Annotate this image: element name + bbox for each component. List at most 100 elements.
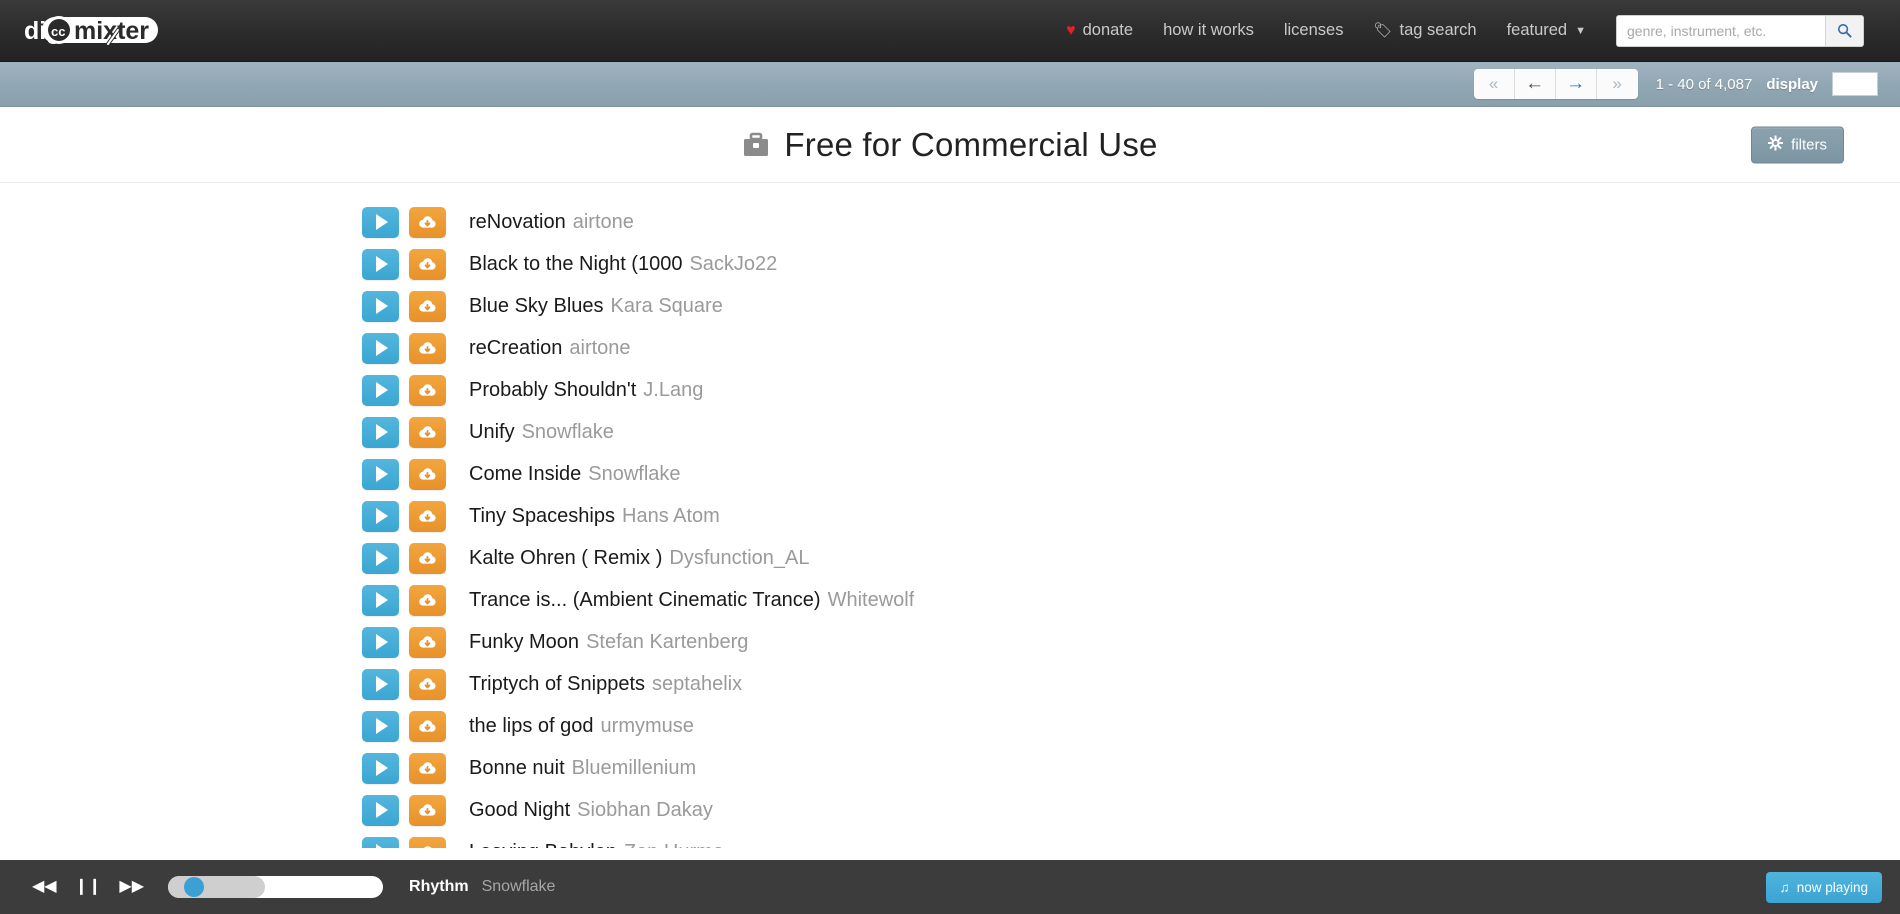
- search-submit-button[interactable]: [1825, 15, 1863, 46]
- play-button[interactable]: [362, 374, 399, 406]
- track-title[interactable]: Unify: [469, 421, 515, 443]
- search-input[interactable]: [1617, 15, 1825, 46]
- play-icon: [376, 550, 388, 566]
- track-title[interactable]: Kalte Ohren ( Remix ): [469, 547, 662, 569]
- track-artist[interactable]: J.Lang: [643, 379, 703, 401]
- nav-item-licenses[interactable]: licenses: [1284, 21, 1344, 40]
- gear-icon: [1767, 134, 1784, 154]
- track-label: Probably Shouldn't J.Lang: [469, 379, 703, 402]
- track-title[interactable]: Triptych of Snippets: [469, 673, 645, 695]
- play-button[interactable]: [362, 542, 399, 574]
- download-button[interactable]: [409, 374, 446, 406]
- track-title[interactable]: reCreation: [469, 337, 562, 359]
- pause-button[interactable]: ❙❙: [75, 879, 102, 895]
- download-button[interactable]: [409, 668, 446, 700]
- now-playing-artist[interactable]: Snowflake: [482, 878, 556, 896]
- download-button[interactable]: [409, 458, 446, 490]
- download-button[interactable]: [409, 332, 446, 364]
- progress-slider[interactable]: [168, 876, 384, 898]
- track-row: Bonne nuit Bluemillenium: [362, 747, 1900, 789]
- track-title[interactable]: Tiny Spaceships: [469, 505, 615, 527]
- download-cloud-icon: [419, 215, 436, 228]
- track-title[interactable]: Blue Sky Blues: [469, 295, 604, 317]
- track-title[interactable]: the lips of god: [469, 715, 594, 737]
- track-title[interactable]: Black to the Night (1000: [469, 253, 682, 275]
- download-button[interactable]: [409, 794, 446, 826]
- track-title[interactable]: Come Inside: [469, 463, 581, 485]
- nav-item-featured[interactable]: featured ▼: [1507, 21, 1586, 40]
- track-artist[interactable]: Snowflake: [522, 421, 614, 443]
- track-artist[interactable]: Whitewolf: [828, 589, 915, 611]
- next-track-button[interactable]: ▶▶: [119, 879, 144, 895]
- play-button[interactable]: [362, 500, 399, 532]
- download-button[interactable]: [409, 626, 446, 658]
- track-artist[interactable]: Siobhan Dakay: [577, 799, 713, 821]
- download-button[interactable]: [409, 584, 446, 616]
- display-label: display: [1766, 75, 1818, 93]
- track-label: Triptych of Snippets septahelix: [469, 673, 742, 696]
- pagination-toolbar: « ← → » 1 - 40 of 4,087 display: [0, 62, 1900, 107]
- track-artist[interactable]: Kara Square: [611, 295, 723, 317]
- track-label: Leaving Babylon Zep Hurme: [469, 841, 724, 849]
- track-label: Black to the Night (1000 SackJo22: [469, 253, 777, 276]
- nav-item-donate[interactable]: ♥ donate: [1066, 21, 1133, 40]
- play-button[interactable]: [362, 332, 399, 364]
- last-page-button[interactable]: »: [1596, 69, 1638, 99]
- track-artist[interactable]: Hans Atom: [622, 505, 720, 527]
- now-playing-title[interactable]: Rhythm: [409, 878, 469, 896]
- download-button[interactable]: [409, 542, 446, 574]
- track-title[interactable]: Funky Moon: [469, 631, 579, 653]
- track-artist[interactable]: Snowflake: [588, 463, 680, 485]
- track-artist[interactable]: septahelix: [652, 673, 742, 695]
- play-button[interactable]: [362, 710, 399, 742]
- download-button[interactable]: [409, 248, 446, 280]
- track-artist[interactable]: Bluemillenium: [572, 757, 697, 779]
- track-row: Good Night Siobhan Dakay: [362, 789, 1900, 831]
- track-title[interactable]: Bonne nuit: [469, 757, 565, 779]
- play-button[interactable]: [362, 584, 399, 616]
- track-title[interactable]: Trance is... (Ambient Cinematic Trance): [469, 589, 821, 611]
- download-button[interactable]: [409, 206, 446, 238]
- download-button[interactable]: [409, 752, 446, 784]
- track-row: Trance is... (Ambient Cinematic Trance) W…: [362, 579, 1900, 621]
- track-artist[interactable]: airtone: [573, 211, 634, 233]
- player-controls: ◀◀ ❙❙ ▶▶: [32, 879, 144, 895]
- track-artist[interactable]: Stefan Kartenberg: [586, 631, 748, 653]
- track-title[interactable]: reNovation: [469, 211, 566, 233]
- play-button[interactable]: [362, 626, 399, 658]
- track-artist[interactable]: Zep Hurme: [624, 841, 724, 849]
- play-button[interactable]: [362, 416, 399, 448]
- track-title[interactable]: Probably Shouldn't: [469, 379, 636, 401]
- play-button[interactable]: [362, 206, 399, 238]
- nav-item-how-it-works[interactable]: how it works: [1163, 21, 1254, 40]
- next-page-button[interactable]: →: [1555, 69, 1597, 99]
- download-button[interactable]: [409, 290, 446, 322]
- track-title[interactable]: Good Night: [469, 799, 570, 821]
- track-artist[interactable]: Dysfunction_AL: [669, 547, 809, 569]
- download-button[interactable]: [409, 710, 446, 742]
- play-button[interactable]: [362, 794, 399, 826]
- play-button[interactable]: [362, 248, 399, 280]
- play-button[interactable]: [362, 836, 399, 848]
- now-playing-button[interactable]: ♫ now playing: [1765, 871, 1882, 903]
- prev-page-button[interactable]: ←: [1514, 69, 1556, 99]
- first-page-button[interactable]: «: [1473, 69, 1515, 99]
- nav-item-tag-search[interactable]: 🏷 tag search: [1373, 21, 1476, 40]
- track-artist[interactable]: airtone: [569, 337, 630, 359]
- track-artist[interactable]: SackJo22: [689, 253, 777, 275]
- play-button[interactable]: [362, 458, 399, 490]
- download-button[interactable]: [409, 836, 446, 848]
- progress-handle[interactable]: [183, 877, 204, 897]
- filters-button[interactable]: filters: [1751, 126, 1844, 163]
- play-button[interactable]: [362, 668, 399, 700]
- download-button[interactable]: [409, 416, 446, 448]
- play-button[interactable]: [362, 752, 399, 784]
- site-logo[interactable]: dig cc mixter: [22, 11, 162, 51]
- track-title[interactable]: Leaving Babylon: [469, 841, 617, 849]
- download-cloud-icon: [419, 593, 436, 606]
- download-button[interactable]: [409, 500, 446, 532]
- display-count-input[interactable]: [1832, 72, 1878, 96]
- track-artist[interactable]: urmymuse: [601, 715, 694, 737]
- play-button[interactable]: [362, 290, 399, 322]
- previous-track-button[interactable]: ◀◀: [32, 879, 57, 895]
